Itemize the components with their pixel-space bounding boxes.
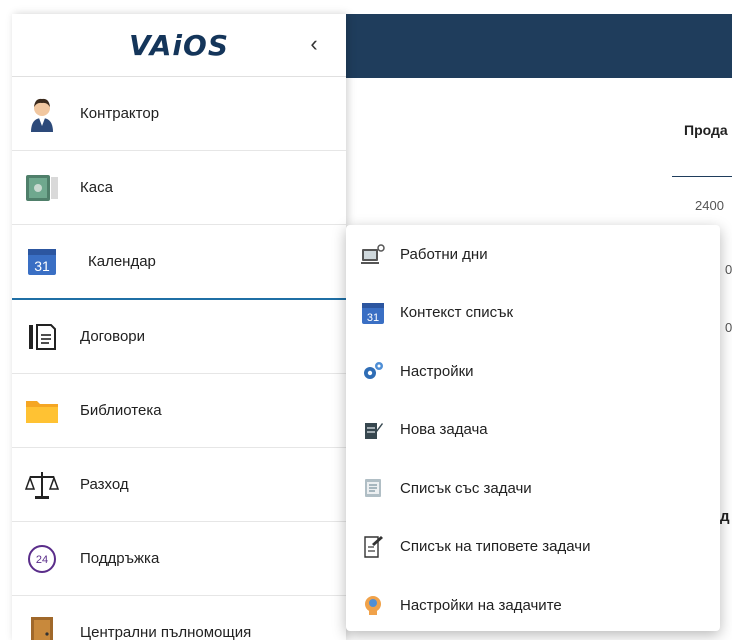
sidebar-item-central-powers[interactable]: Централни пълномощия	[12, 596, 346, 640]
app-logo: VAiOS	[128, 28, 229, 62]
gears-icon	[360, 358, 386, 384]
calendar-icon: 31	[360, 300, 386, 326]
sidebar-item-library[interactable]: Библиотека	[12, 374, 346, 448]
menu-item-new-task[interactable]: Нова задача	[346, 401, 720, 460]
background-value: 00	[725, 320, 732, 335]
collapse-sidebar-button[interactable]: ‹	[300, 30, 328, 58]
menu-item-settings[interactable]: Настройки	[346, 342, 720, 401]
task-list-icon	[360, 475, 386, 501]
background-section-fragment: д	[720, 508, 730, 525]
svg-text:31: 31	[367, 312, 379, 324]
sidebar-item-label: Разход	[80, 476, 129, 493]
sidebar-item-cash[interactable]: Каса	[12, 151, 346, 225]
sidebar-item-label: Библиотека	[80, 402, 162, 419]
top-app-bar	[346, 14, 732, 78]
new-task-icon	[360, 417, 386, 443]
menu-item-workdays[interactable]: Работни дни	[346, 225, 720, 284]
sidebar-item-expense[interactable]: Разход	[12, 448, 346, 522]
sidebar-item-label: Поддръжка	[80, 550, 160, 567]
door-icon	[20, 613, 64, 640]
sidebar-item-label: Контрактор	[80, 105, 160, 122]
menu-item-label: Нова задача	[400, 421, 488, 439]
menu-item-label: Настройки на задачите	[400, 596, 562, 614]
menu-item-context-list[interactable]: 31 Контекст списък	[346, 284, 720, 343]
svg-text:24: 24	[36, 554, 48, 566]
svg-text:31: 31	[34, 258, 50, 274]
background-column-header: Прода	[684, 122, 728, 138]
menu-item-label: Контекст списък	[400, 304, 514, 322]
scales-icon	[20, 465, 64, 505]
sidebar-item-calendar[interactable]: 31 Календар	[12, 225, 346, 300]
sidebar-item-label: Каса	[80, 179, 113, 196]
sidebar: VAiOS ‹ Контрактор Каса 31 Календар Дого…	[12, 14, 346, 640]
menu-item-label: Списък със задачи	[400, 479, 532, 497]
sidebar-item-label: Договори	[80, 328, 146, 345]
sidebar-item-label: Календар	[88, 253, 156, 270]
sidebar-item-support[interactable]: 24 Поддръжка	[12, 522, 346, 596]
calendar-submenu: Работни дни 31 Контекст списък Настройки	[346, 225, 720, 631]
person-icon	[20, 94, 64, 134]
menu-item-label: Настройки	[400, 362, 474, 380]
support-24-icon: 24	[20, 539, 64, 579]
calendar-icon: 31	[20, 242, 64, 282]
background-divider	[672, 176, 732, 177]
workdays-icon	[360, 241, 386, 267]
task-types-icon	[360, 534, 386, 560]
menu-item-label: Работни дни	[400, 245, 488, 263]
menu-item-task-types-list[interactable]: Списък на типовете задачи	[346, 518, 720, 577]
sidebar-item-contracts[interactable]: Договори	[12, 300, 346, 374]
folder-icon	[20, 391, 64, 431]
safe-icon	[20, 168, 64, 208]
sidebar-header: VAiOS ‹	[12, 14, 346, 77]
menu-item-task-settings[interactable]: Настройки на задачите	[346, 576, 720, 635]
task-settings-icon	[360, 592, 386, 618]
background-value: 00	[725, 262, 732, 277]
contract-icon	[20, 317, 64, 357]
background-value: 2400	[695, 198, 724, 213]
sidebar-item-contractor[interactable]: Контрактор	[12, 77, 346, 151]
menu-item-task-list[interactable]: Списък със задачи	[346, 459, 720, 518]
sidebar-item-label: Централни пълномощия	[80, 624, 252, 640]
menu-item-label: Списък на типовете задачи	[400, 538, 591, 556]
